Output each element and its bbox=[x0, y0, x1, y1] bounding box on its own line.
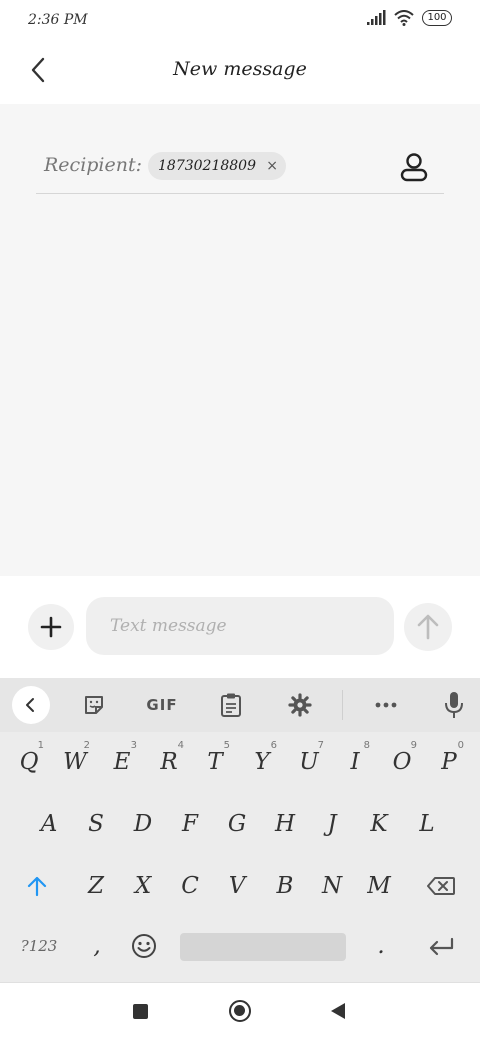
key-f[interactable]: F bbox=[169, 798, 211, 850]
comma-key[interactable]: , bbox=[76, 920, 118, 972]
message-content-area: Recipient: 18730218809 × bbox=[0, 104, 480, 576]
key-w[interactable]: W2 bbox=[54, 736, 96, 788]
keyboard: GIF Q 1 W 2 E 3 R 4 T 5 Y 6 U 7 I 8 O 9 … bbox=[0, 678, 480, 982]
voice-input-button[interactable] bbox=[434, 686, 474, 724]
status-icons: 100 bbox=[366, 10, 452, 26]
key-j[interactable]: J bbox=[311, 798, 353, 850]
key-x[interactable]: X bbox=[122, 860, 164, 912]
key-u[interactable]: U7 bbox=[288, 736, 330, 788]
send-button[interactable] bbox=[404, 603, 452, 651]
text-message-input[interactable]: Text message bbox=[86, 597, 394, 655]
emoji-icon bbox=[132, 934, 156, 958]
plus-icon bbox=[40, 616, 62, 638]
status-bar: 2:36 PM 100 bbox=[0, 0, 480, 44]
arrow-up-icon bbox=[417, 614, 439, 640]
enter-icon bbox=[429, 937, 454, 956]
shift-arrow-icon bbox=[27, 876, 47, 897]
key-d[interactable]: D bbox=[122, 798, 164, 850]
key-p[interactable]: P0 bbox=[428, 736, 470, 788]
chip-remove-icon[interactable]: × bbox=[266, 152, 278, 180]
key-y[interactable]: Y6 bbox=[241, 736, 283, 788]
signal-icon bbox=[367, 10, 386, 25]
system-nav-bar bbox=[0, 982, 480, 1040]
square-icon[interactable] bbox=[133, 1004, 148, 1019]
contact-picker-button[interactable] bbox=[400, 152, 428, 182]
key-n[interactable]: N bbox=[311, 860, 353, 912]
emoji-key[interactable] bbox=[123, 920, 165, 972]
triangle-back-icon[interactable] bbox=[331, 1003, 345, 1019]
key-l[interactable]: L bbox=[406, 798, 448, 850]
page-title: New message bbox=[173, 58, 307, 80]
shift-key[interactable] bbox=[16, 860, 58, 912]
sticker-button[interactable] bbox=[74, 686, 114, 724]
circle-icon[interactable] bbox=[229, 1000, 251, 1022]
enter-key[interactable] bbox=[420, 920, 462, 972]
key-c[interactable]: C bbox=[169, 860, 211, 912]
gear-icon bbox=[288, 693, 312, 717]
more-button[interactable] bbox=[366, 686, 406, 724]
key-m[interactable]: M bbox=[358, 860, 400, 912]
key-h[interactable]: H bbox=[264, 798, 306, 850]
sticker-icon bbox=[85, 696, 103, 714]
toolbar-divider bbox=[342, 690, 343, 720]
key-b[interactable]: B bbox=[264, 860, 306, 912]
clipboard-button[interactable] bbox=[211, 686, 251, 724]
recipient-label: Recipient: bbox=[44, 154, 143, 176]
key-t[interactable]: T5 bbox=[194, 736, 236, 788]
key-g[interactable]: G bbox=[216, 798, 258, 850]
backspace-key[interactable] bbox=[420, 860, 462, 912]
key-q[interactable]: Q1 bbox=[8, 736, 50, 788]
key-z[interactable]: Z bbox=[75, 860, 117, 912]
gif-label: GIF bbox=[146, 696, 178, 714]
keyboard-toolbar: GIF bbox=[0, 678, 480, 732]
symbols-key[interactable]: ?123 bbox=[14, 920, 64, 972]
settings-button[interactable] bbox=[280, 686, 320, 724]
period-key[interactable]: . bbox=[360, 920, 402, 972]
key-a[interactable]: A bbox=[28, 798, 70, 850]
gif-button[interactable]: GIF bbox=[142, 686, 182, 724]
key-e[interactable]: E3 bbox=[101, 736, 143, 788]
key-i[interactable]: I8 bbox=[334, 736, 376, 788]
app-header: New message bbox=[0, 44, 480, 104]
key-k[interactable]: K bbox=[358, 798, 400, 850]
key-s[interactable]: S bbox=[75, 798, 117, 850]
chevron-left-icon bbox=[26, 698, 34, 712]
key-r[interactable]: R4 bbox=[148, 736, 190, 788]
space-bar[interactable] bbox=[180, 933, 346, 961]
keyboard-collapse-button[interactable] bbox=[12, 686, 50, 724]
backspace-icon bbox=[427, 877, 455, 895]
wifi-icon bbox=[394, 10, 414, 26]
recipient-chip-value: 18730218809 bbox=[158, 158, 256, 174]
add-attachment-button[interactable] bbox=[28, 604, 74, 650]
recipient-chip[interactable]: 18730218809 × bbox=[148, 152, 286, 180]
battery-indicator: 100 bbox=[422, 10, 452, 26]
status-time: 2:36 PM bbox=[28, 12, 88, 28]
more-horizontal-icon bbox=[375, 702, 397, 708]
person-icon bbox=[400, 153, 428, 182]
key-v[interactable]: V bbox=[216, 860, 258, 912]
microphone-icon bbox=[445, 692, 463, 718]
key-o[interactable]: O9 bbox=[381, 736, 423, 788]
compose-bar: Text message bbox=[0, 576, 480, 678]
recipient-row[interactable]: Recipient: 18730218809 × bbox=[36, 146, 444, 194]
clipboard-icon bbox=[221, 693, 241, 717]
